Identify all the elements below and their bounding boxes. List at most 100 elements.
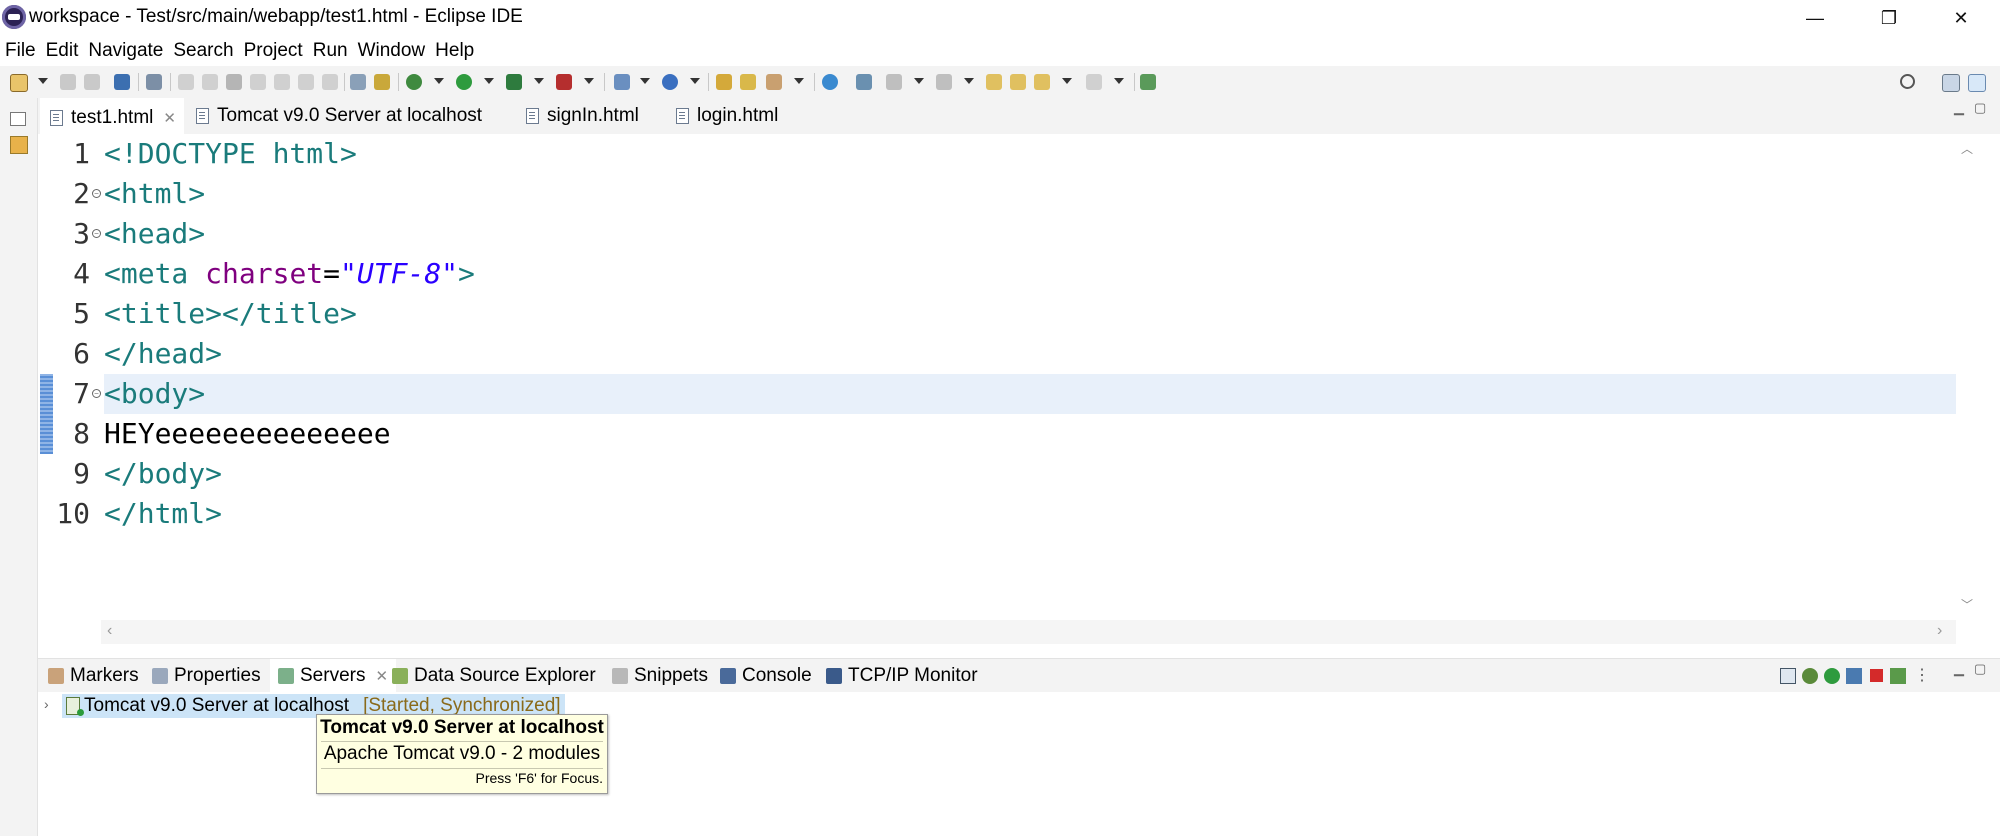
terminate-icon[interactable] — [226, 74, 242, 90]
forward-dropdown-icon[interactable] — [1114, 78, 1124, 84]
debug-dropdown-icon[interactable] — [434, 78, 444, 84]
tab-snippets[interactable]: Snippets — [608, 659, 712, 693]
toggle-mark-occurrences-icon[interactable] — [374, 74, 390, 90]
open-resource-icon[interactable] — [740, 74, 756, 90]
maximize-panel-icon[interactable]: ▢ — [1974, 661, 1986, 677]
code-line[interactable]: <meta charset="UTF-8"> — [104, 254, 475, 294]
menu-edit[interactable]: Edit — [45, 40, 80, 62]
pin-editor-icon[interactable] — [1140, 74, 1156, 90]
java-ee-perspective-icon[interactable] — [1968, 74, 1986, 92]
minimize-editor-icon[interactable]: ▁ — [1954, 100, 1964, 116]
tab-signin-html[interactable]: signIn.html — [520, 98, 645, 134]
new-web-service-icon[interactable] — [662, 74, 678, 90]
search-tool-icon[interactable] — [766, 74, 782, 90]
tab-login-html[interactable]: login.html — [670, 98, 784, 134]
start-server-debug-icon[interactable] — [1802, 668, 1818, 684]
scroll-down-icon[interactable]: ﹀ — [1961, 596, 1973, 613]
run-icon[interactable] — [456, 74, 472, 90]
code-line[interactable]: <body> — [104, 374, 205, 414]
open-type-icon[interactable] — [716, 74, 732, 90]
publish-icon[interactable] — [1890, 668, 1906, 684]
last-edit-location-icon[interactable] — [986, 74, 1002, 90]
suspend-icon[interactable] — [202, 74, 218, 90]
project-explorer-icon[interactable] — [10, 136, 28, 154]
menu-navigate[interactable]: Navigate — [87, 40, 164, 62]
expand-chevron-icon[interactable]: › — [44, 696, 49, 712]
previous-annotation-dropdown-icon[interactable] — [964, 78, 974, 84]
restore-button[interactable]: ❐ — [1856, 0, 1922, 36]
restore-view-icon[interactable] — [10, 112, 26, 126]
fold-toggle-icon[interactable]: − — [92, 189, 101, 198]
save-all-icon[interactable] — [84, 74, 100, 90]
run-last-tool-dropdown-icon[interactable] — [534, 78, 544, 84]
step-over-icon[interactable] — [298, 74, 314, 90]
scroll-up-icon[interactable]: ︿ — [1961, 140, 1973, 157]
code-line[interactable]: <html> — [104, 174, 205, 214]
annotation-icon[interactable] — [856, 74, 872, 90]
new-icon[interactable] — [10, 74, 28, 92]
tab-console[interactable]: Console — [716, 659, 816, 693]
minimize-button[interactable]: — — [1782, 0, 1848, 36]
code-line[interactable]: <title></title> — [104, 294, 357, 334]
editor-horizontal-scrollbar[interactable]: ‹ › — [101, 620, 1956, 644]
previous-annotation-icon[interactable] — [936, 74, 952, 90]
tab-test1-html[interactable]: test1.html ✕ — [40, 98, 184, 136]
web-service-dropdown-icon[interactable] — [690, 78, 700, 84]
step-return-icon[interactable] — [322, 74, 338, 90]
external-tools-dropdown-icon[interactable] — [584, 78, 594, 84]
menu-file[interactable]: File — [4, 40, 37, 62]
tab-tcpip-monitor[interactable]: TCP/IP Monitor — [822, 659, 982, 693]
forward-icon[interactable] — [1086, 74, 1102, 90]
use-step-filters-icon[interactable] — [350, 74, 366, 90]
code-line[interactable]: <head> — [104, 214, 205, 254]
search-icon[interactable] — [1900, 74, 1915, 89]
menu-project[interactable]: Project — [243, 40, 304, 62]
menu-run[interactable]: Run — [312, 40, 349, 62]
open-perspective-icon[interactable] — [1942, 74, 1960, 92]
close-tab-icon[interactable]: ✕ — [375, 667, 388, 685]
debug-icon[interactable] — [406, 74, 422, 90]
tab-markers[interactable]: Markers — [42, 659, 145, 693]
open-web-browser-icon[interactable] — [822, 74, 838, 90]
view-menu-icon[interactable]: ⋮ — [1914, 665, 1930, 685]
back-icon[interactable] — [1034, 74, 1050, 90]
external-tools-icon[interactable] — [556, 74, 572, 90]
maximize-editor-icon[interactable]: ▢ — [1974, 100, 1986, 116]
next-annotation-icon[interactable] — [886, 74, 902, 90]
run-dropdown-icon[interactable] — [484, 78, 494, 84]
resume-icon[interactable] — [178, 74, 194, 90]
tab-servers[interactable]: Servers ✕ — [270, 659, 397, 693]
next-annotation-dropdown-icon[interactable] — [914, 78, 924, 84]
new-web-project-icon[interactable] — [614, 74, 630, 90]
save-icon[interactable] — [60, 74, 76, 90]
back-history-icon[interactable] — [1010, 74, 1026, 90]
menu-search[interactable]: Search — [172, 40, 234, 62]
disconnect-icon[interactable] — [250, 74, 266, 90]
close-window-button[interactable]: ✕ — [1928, 0, 1994, 36]
run-last-tool-icon[interactable] — [506, 74, 522, 90]
start-server-profile-icon[interactable] — [1846, 668, 1862, 684]
stop-server-icon[interactable] — [1870, 669, 1883, 682]
minimize-panel-icon[interactable]: ▁ — [1954, 661, 1964, 677]
scroll-left-icon[interactable]: ‹ — [107, 622, 112, 640]
terminal-icon[interactable] — [114, 74, 130, 90]
new-web-dropdown-icon[interactable] — [640, 78, 650, 84]
menu-help[interactable]: Help — [434, 40, 475, 62]
fold-toggle-icon[interactable]: − — [92, 389, 101, 398]
code-line[interactable]: <!DOCTYPE html> — [104, 134, 357, 174]
menu-window[interactable]: Window — [357, 40, 427, 62]
code-line[interactable]: HEYeeeeeeeeeeeeee — [104, 414, 391, 454]
scroll-right-icon[interactable]: › — [1937, 622, 1942, 640]
tab-data-source-explorer[interactable]: Data Source Explorer — [388, 659, 600, 693]
close-tab-icon[interactable]: ✕ — [163, 109, 176, 127]
new-dropdown-icon[interactable] — [38, 78, 48, 84]
tab-tomcat-server[interactable]: Tomcat v9.0 Server at localhost — [190, 98, 488, 134]
collapse-all-icon[interactable] — [1780, 668, 1796, 684]
code-line[interactable]: </body> — [104, 454, 222, 494]
back-dropdown-icon[interactable] — [1062, 78, 1072, 84]
tab-properties[interactable]: Properties — [146, 659, 267, 693]
start-server-icon[interactable] — [1824, 668, 1840, 684]
code-line[interactable]: </head> — [104, 334, 222, 374]
editor-vertical-scrollbar[interactable]: ︿ ﹀ — [1956, 134, 1976, 618]
fold-toggle-icon[interactable]: − — [92, 229, 101, 238]
